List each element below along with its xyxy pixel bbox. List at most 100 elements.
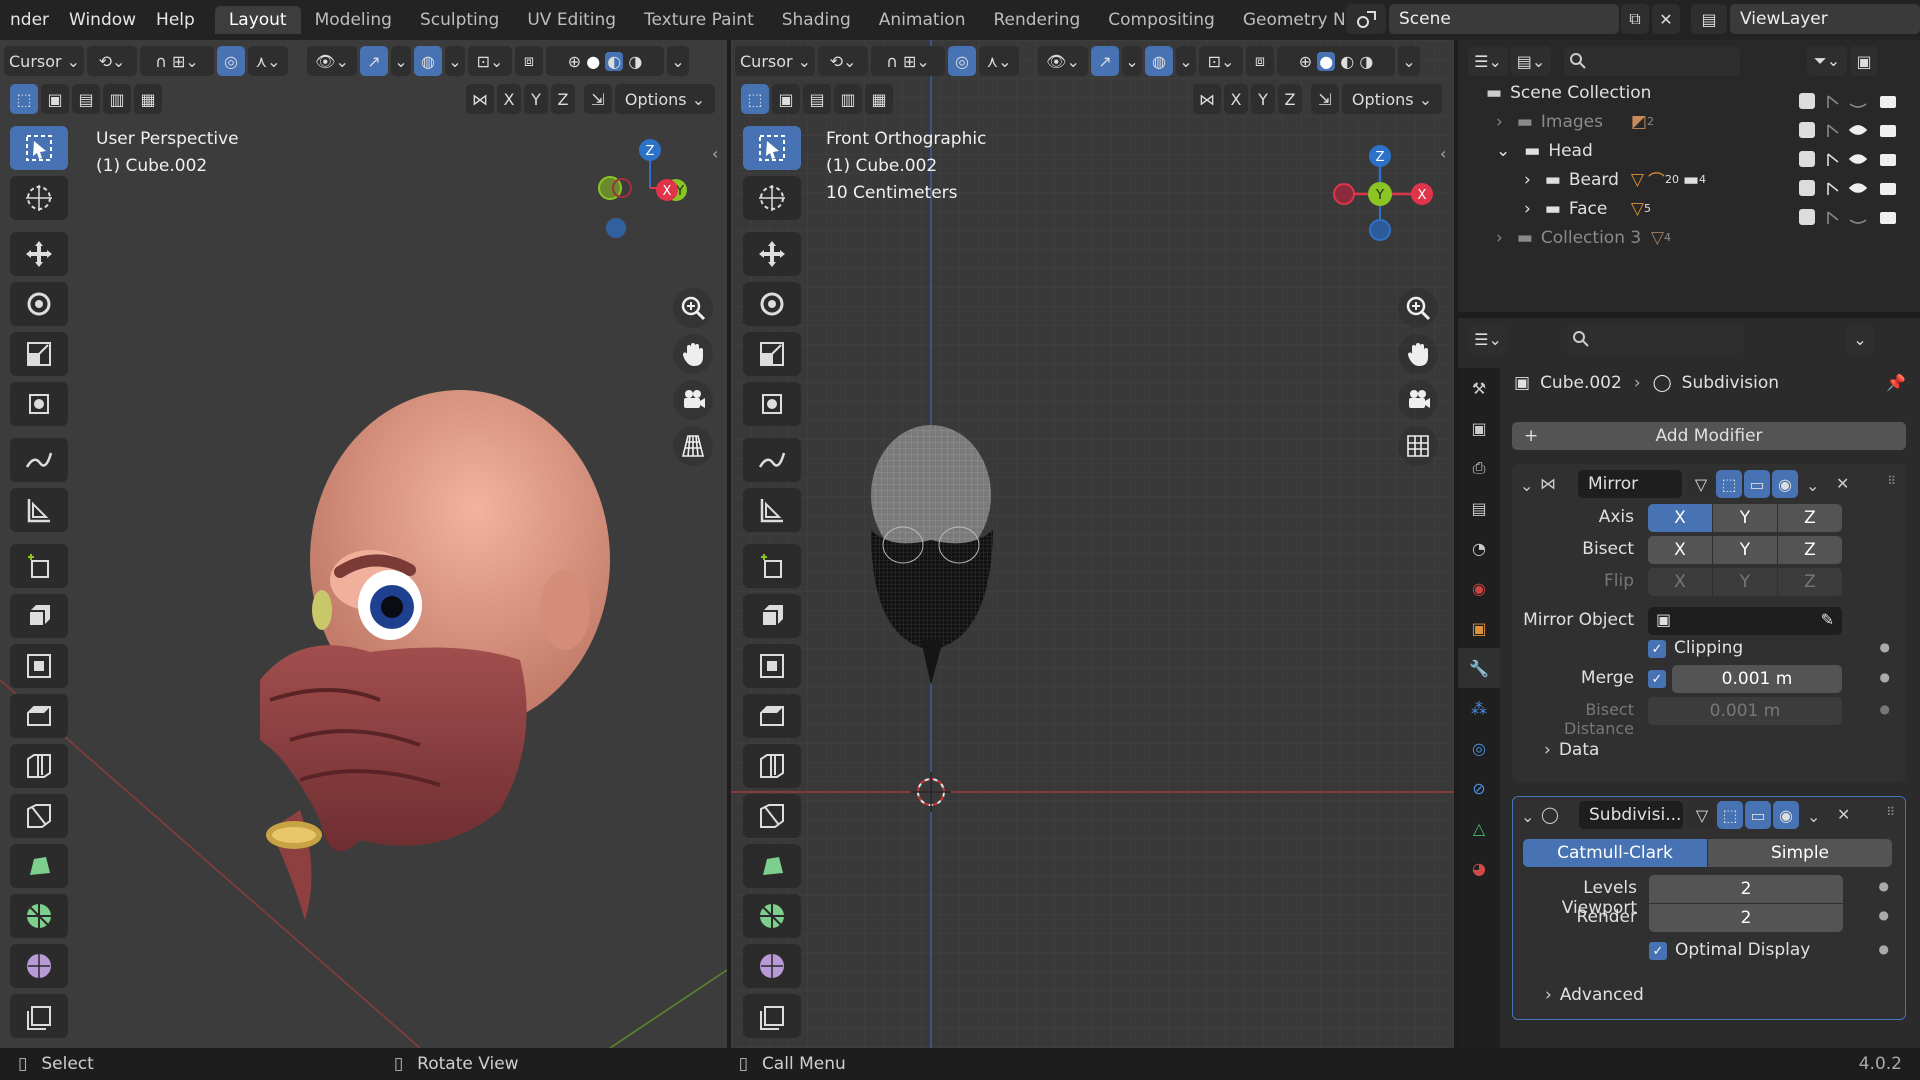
measure-tool[interactable] [10, 488, 68, 532]
xray-button-right[interactable]: ⧈ [1246, 46, 1274, 76]
solid-shading-icon[interactable]: ● [586, 52, 600, 71]
poly-build-tool[interactable] [10, 844, 68, 888]
menu-window[interactable]: Window [59, 10, 146, 30]
bisect-distance-field[interactable]: 0.001 m [1648, 697, 1842, 725]
shear-tool[interactable] [10, 994, 68, 1038]
output-tab[interactable]: ⎙ [1458, 448, 1500, 488]
overlay-toggle-button-right[interactable]: ◍ [1145, 46, 1173, 76]
gizmo-dropdown-right[interactable]: ⌄ [1122, 46, 1142, 76]
scale-tool-right[interactable] [743, 332, 801, 376]
select-extend-button-right[interactable]: ▣ [772, 84, 800, 114]
scene-tab[interactable]: ◔ [1458, 528, 1500, 568]
mirror-name-field[interactable]: Mirror [1578, 470, 1682, 498]
mirror-x-toggle[interactable]: X [497, 84, 521, 114]
shading-dropdown[interactable]: ⌄ [667, 46, 689, 76]
smooth-tool-right[interactable] [743, 944, 801, 988]
options-dropdown-right[interactable]: Options ⌄ [1342, 84, 1442, 114]
smooth-tool[interactable] [10, 944, 68, 988]
edit-mode-toggle[interactable]: ⬚ [1716, 470, 1742, 498]
annotate-tool-right[interactable] [743, 438, 801, 482]
add-cube-tool[interactable] [10, 544, 68, 588]
mirror-z-toggle-right[interactable]: Z [1278, 84, 1302, 114]
merge-checkbox[interactable]: ✓ [1648, 670, 1666, 688]
view-layer-tab[interactable]: ▤ [1458, 488, 1500, 528]
simple-button[interactable]: Simple [1708, 839, 1892, 867]
loop-cut-tool[interactable] [10, 744, 68, 788]
select-box-tool[interactable] [10, 126, 68, 170]
material-tab[interactable]: ◕ [1458, 848, 1500, 888]
render-toggle[interactable]: ◉ [1772, 470, 1798, 498]
flip-y-toggle[interactable]: Y [1713, 568, 1777, 596]
clipping-checkbox[interactable]: ✓ [1648, 640, 1666, 658]
material-shading-icon[interactable]: ◐ [605, 51, 624, 71]
ortho-toggle-right[interactable] [1398, 426, 1438, 466]
keyframe-dot[interactable]: ● [1880, 670, 1890, 684]
outliner-search[interactable] [1564, 46, 1740, 76]
select-new-button[interactable]: ⬚ [10, 84, 38, 114]
rendered-shading-icon-right[interactable]: ◑ [1359, 52, 1373, 71]
bisect-z-toggle[interactable]: Z [1778, 536, 1842, 564]
viewport-toggle[interactable]: ▭ [1744, 470, 1770, 498]
viewport-right[interactable]: Cursor ⌄ ⟲⌄ ∩ ⊞⌄ ◎ ⋏⌄ 👁⌄ ↗ ⌄ ◍ ⌄ ⊡⌄ ⧈ ⊕ … [731, 40, 1454, 1048]
proportional-edit-button-right[interactable]: ◎ [948, 46, 976, 76]
auto-merge-icon-right[interactable]: ⇲ [1311, 84, 1339, 114]
select-invert-button-right[interactable]: ▥ [834, 84, 862, 114]
mirror-x-toggle-right[interactable]: X [1224, 84, 1248, 114]
mesh-edit-overlay-button[interactable]: ⊡⌄ [468, 46, 512, 76]
flip-x-toggle[interactable]: X [1648, 568, 1712, 596]
overlay-toggle-button[interactable]: ◍ [414, 46, 442, 76]
gizmo-dropdown[interactable]: ⌄ [391, 46, 411, 76]
select-subtract-button-right[interactable]: ▤ [803, 84, 831, 114]
render-tab[interactable]: ▣ [1458, 408, 1500, 448]
cursor-tool-right[interactable] [743, 176, 801, 220]
tab-animation[interactable]: Animation [865, 6, 980, 34]
levels-viewport-field[interactable]: 2 [1649, 875, 1843, 903]
gizmo-toggle-button-right[interactable]: ↗ [1091, 46, 1119, 76]
keyframe-dot[interactable]: ● [1880, 702, 1890, 716]
mirror-y-toggle-right[interactable]: Y [1251, 84, 1275, 114]
axis-z-toggle[interactable]: Z [1778, 504, 1842, 532]
camera-view-button-right[interactable] [1398, 380, 1438, 420]
properties-options-dropdown[interactable]: ⌄ [1846, 324, 1874, 354]
poly-build-tool-right[interactable] [743, 844, 801, 888]
drag-handle-icon[interactable]: ⠿ [1887, 474, 1896, 488]
keyframe-dot[interactable]: ● [1879, 879, 1889, 893]
tab-layout[interactable]: Layout [214, 6, 301, 34]
visibility-button[interactable]: 👁⌄ [307, 46, 357, 76]
spin-tool-right[interactable] [743, 894, 801, 938]
menu-file[interactable]: nder [0, 10, 59, 30]
knife-tool-right[interactable] [743, 794, 801, 838]
wireframe-shading-icon[interactable]: ⊕ [568, 52, 581, 71]
axis-x-toggle[interactable]: X [1648, 504, 1712, 532]
options-dropdown[interactable]: Options ⌄ [615, 84, 715, 114]
mirror-y-toggle[interactable]: Y [524, 84, 548, 114]
knife-tool[interactable] [10, 794, 68, 838]
visibility-button-right[interactable]: 👁⌄ [1038, 46, 1088, 76]
collapse-arrow-icon[interactable]: ⌄ [1496, 141, 1510, 161]
tool-tab[interactable]: ⚒ [1458, 368, 1500, 408]
keyframe-dot[interactable]: ● [1880, 640, 1890, 654]
catmull-clark-button[interactable]: Catmull-Clark [1523, 839, 1707, 867]
cursor-tool[interactable] [10, 176, 68, 220]
mesh-edit-overlay-button-right[interactable]: ⊡⌄ [1199, 46, 1243, 76]
keyframe-dot[interactable]: ● [1879, 942, 1889, 956]
extrude-tool[interactable] [10, 594, 68, 638]
viewport-toggle[interactable]: ▭ [1745, 801, 1771, 829]
render-toggle[interactable]: ◉ [1773, 801, 1799, 829]
overlay-dropdown[interactable]: ⌄ [445, 46, 465, 76]
falloff-button-right[interactable]: ⋏⌄ [979, 46, 1019, 76]
gizmo-toggle-button[interactable]: ↗ [360, 46, 388, 76]
add-cube-tool-right[interactable] [743, 544, 801, 588]
axis-y-toggle[interactable]: Y [1713, 504, 1777, 532]
advanced-subpanel-header[interactable]: › Advanced [1545, 985, 1644, 1005]
pan-button-left[interactable] [673, 334, 713, 374]
tab-sculpting[interactable]: Sculpting [406, 6, 513, 34]
menu-help[interactable]: Help [146, 10, 205, 30]
camera-view-button-left[interactable] [673, 380, 713, 420]
select-new-button-right[interactable]: ⬚ [741, 84, 769, 114]
shear-tool-right[interactable] [743, 994, 801, 1038]
physics-tab[interactable]: ◎ [1458, 728, 1500, 768]
loop-cut-tool-right[interactable] [743, 744, 801, 788]
view-layer-field[interactable]: ViewLayer [1730, 4, 1920, 34]
transform-pivot-dropdown-right[interactable]: Cursor ⌄ [735, 46, 815, 76]
